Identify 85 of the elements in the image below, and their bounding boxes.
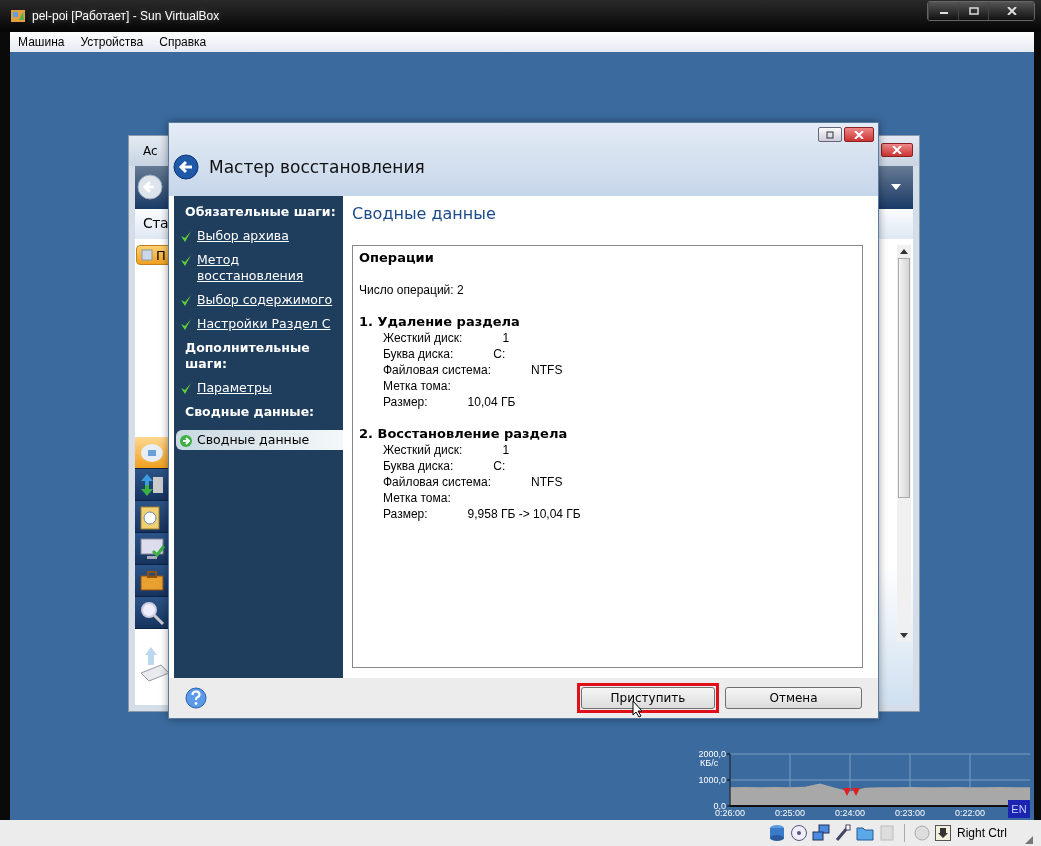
cd-icon[interactable] bbox=[790, 824, 808, 842]
page-title: Ста bbox=[143, 215, 168, 231]
help-icon[interactable] bbox=[185, 687, 207, 709]
search-icon[interactable] bbox=[139, 599, 165, 626]
axis-label: 0:22:00 bbox=[955, 808, 985, 818]
menu-item[interactable]: Машина bbox=[18, 35, 65, 49]
field-value: C: bbox=[493, 346, 506, 362]
field-value: NTFS bbox=[531, 362, 563, 378]
scrollbar[interactable] bbox=[897, 245, 911, 642]
close-button[interactable] bbox=[881, 143, 913, 157]
field-label: Файловая система: bbox=[383, 362, 492, 378]
back-icon[interactable] bbox=[137, 174, 163, 200]
field-value: 1 bbox=[502, 330, 510, 346]
folder-icon[interactable] bbox=[856, 824, 874, 842]
menu-item[interactable]: Справка bbox=[159, 35, 207, 49]
operation-title: 2. Восстановление раздела bbox=[359, 426, 569, 442]
scroll-up-icon[interactable] bbox=[900, 249, 908, 254]
field-value: 1 bbox=[502, 442, 510, 458]
dialog-button[interactable]: Приступить bbox=[581, 687, 715, 709]
close-icon bbox=[892, 146, 902, 154]
close-button[interactable] bbox=[844, 127, 874, 142]
scroll-thumb[interactable] bbox=[898, 258, 910, 498]
step-link[interactable]: Метод восстановления bbox=[197, 252, 339, 284]
caret-icon[interactable] bbox=[891, 184, 901, 190]
minimize-button[interactable] bbox=[928, 2, 958, 20]
operation-count: Число операций: 2 bbox=[359, 282, 465, 298]
menu-item[interactable]: Устройства bbox=[80, 35, 144, 49]
field-label: Жесткий диск: bbox=[383, 330, 463, 346]
axis-title: КБ/с bbox=[700, 758, 719, 768]
close-icon bbox=[1006, 7, 1017, 15]
step-link[interactable]: Настройки Раздел C bbox=[197, 316, 331, 332]
window-title: pel-poi [Работает] - Sun VirtualBox bbox=[32, 9, 220, 23]
hard-disk-icon[interactable] bbox=[768, 824, 786, 842]
operation-title: 1. Удаление раздела bbox=[359, 314, 521, 330]
field-label: Размер: bbox=[383, 394, 428, 410]
usb-icon[interactable] bbox=[834, 824, 852, 842]
close-button[interactable] bbox=[988, 2, 1034, 20]
maximize-button[interactable] bbox=[958, 2, 988, 20]
language-indicator[interactable]: EN bbox=[1008, 800, 1030, 818]
axis-label: 2000,0 bbox=[698, 750, 726, 759]
scroll-down-icon[interactable] bbox=[900, 633, 908, 638]
field-label: Жесткий диск: bbox=[383, 442, 463, 458]
toolbox-icon[interactable] bbox=[139, 569, 165, 592]
y-axis bbox=[726, 753, 731, 807]
host-key-label: Right Ctrl bbox=[957, 826, 1007, 840]
window-title: Ac bbox=[143, 144, 158, 158]
back-icon[interactable] bbox=[173, 154, 199, 180]
action-button[interactable]: П bbox=[136, 245, 169, 265]
axis-label: 0:24:00 bbox=[835, 808, 865, 818]
axis-label: 0,0 bbox=[713, 801, 726, 811]
page-heading: Сводные данные bbox=[352, 204, 497, 223]
field-label: Буква диска: bbox=[383, 458, 454, 474]
document-icon bbox=[141, 249, 153, 261]
axis-label: 0:25:00 bbox=[775, 808, 805, 818]
clipboard-icon[interactable] bbox=[139, 503, 161, 530]
axis-label: 0:23:00 bbox=[895, 808, 925, 818]
field-value: 10,04 ГБ bbox=[467, 394, 516, 410]
maximize-icon bbox=[968, 7, 979, 15]
dialog-title: Мастер восстановления bbox=[209, 157, 425, 177]
download-icon[interactable] bbox=[935, 825, 951, 841]
axis-label: 1000,0 bbox=[698, 775, 726, 785]
field-label: Буква диска: bbox=[383, 346, 454, 362]
field-label: Размер: bbox=[383, 506, 428, 522]
field-label: Файловая система: bbox=[383, 474, 492, 490]
step-link[interactable]: Параметры bbox=[197, 380, 272, 396]
restore-icon bbox=[825, 130, 835, 139]
network-icon[interactable] bbox=[812, 824, 830, 842]
section-title: Операции bbox=[359, 250, 435, 266]
step-group-heading: Сводные данные: bbox=[184, 403, 316, 421]
dialog-button[interactable]: Отмена bbox=[725, 687, 862, 709]
field-label: Метка тома: bbox=[383, 378, 451, 394]
field-label: Метка тома: bbox=[383, 490, 451, 506]
monitor-icon[interactable] bbox=[139, 536, 165, 561]
step-group-heading: Дополнительные шаги: bbox=[184, 339, 311, 373]
arrow-icon bbox=[180, 435, 192, 447]
step-link[interactable]: Выбор архива bbox=[197, 228, 289, 244]
field-value: NTFS bbox=[531, 474, 563, 490]
field-value: 9,958 ГБ -> 10,04 ГБ bbox=[467, 506, 581, 522]
close-icon bbox=[854, 130, 864, 139]
step-group-heading: Обязательные шаги: bbox=[184, 203, 337, 221]
field-value: C: bbox=[493, 458, 506, 474]
resize-grip-icon[interactable] bbox=[1025, 836, 1033, 844]
step-link[interactable]: Выбор содержимого bbox=[197, 292, 333, 308]
restore-button[interactable] bbox=[818, 127, 842, 142]
app-icon bbox=[10, 8, 26, 24]
